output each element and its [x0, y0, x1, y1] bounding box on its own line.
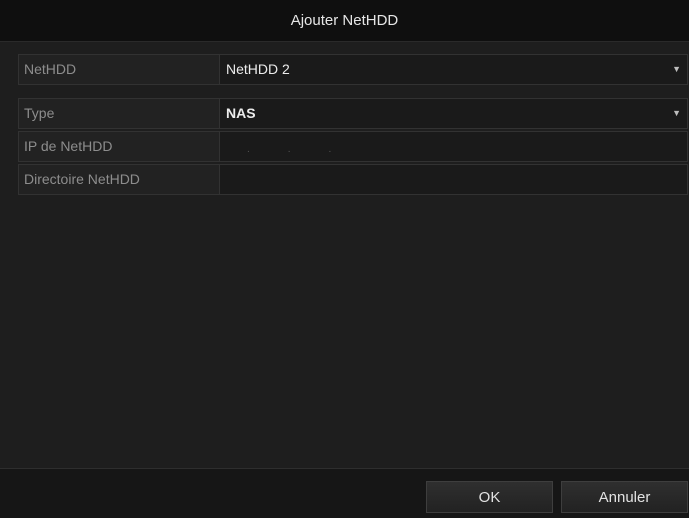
ip-separator-dots: ... — [247, 144, 370, 155]
directory-row: Directoire NetHDD — [18, 164, 688, 195]
button-bar: OK Annuler — [0, 468, 689, 518]
dialog-title: Ajouter NetHDD — [290, 12, 399, 29]
title-bar: Ajouter NetHDD — [0, 0, 689, 42]
cancel-button[interactable]: Annuler — [561, 481, 688, 513]
directory-input[interactable] — [220, 165, 687, 194]
type-select[interactable]: NAS — [220, 99, 687, 128]
ip-label: IP de NetHDD — [19, 132, 220, 161]
ok-button[interactable]: OK — [426, 481, 553, 513]
nethdd-row: NetHDD NetHDD 2 ▼ — [18, 54, 688, 85]
directory-label: Directoire NetHDD — [19, 165, 220, 194]
type-label: Type — [19, 99, 220, 128]
chevron-down-icon[interactable]: ▼ — [672, 99, 681, 128]
type-select-value: NAS — [226, 105, 256, 121]
type-row: Type NAS ▼ — [18, 98, 688, 129]
chevron-down-icon[interactable]: ▼ — [672, 55, 681, 84]
ip-row: IP de NetHDD ... — [18, 131, 688, 162]
dialog-body: NetHDD NetHDD 2 ▼ Type NAS ▼ IP de NetHD… — [0, 42, 689, 468]
nethdd-select-value: NetHDD 2 — [226, 61, 290, 77]
nethdd-select[interactable]: NetHDD 2 — [220, 55, 687, 84]
add-nethdd-dialog: Ajouter NetHDD NetHDD NetHDD 2 ▼ Type NA… — [0, 0, 689, 518]
nethdd-label: NetHDD — [19, 55, 220, 84]
